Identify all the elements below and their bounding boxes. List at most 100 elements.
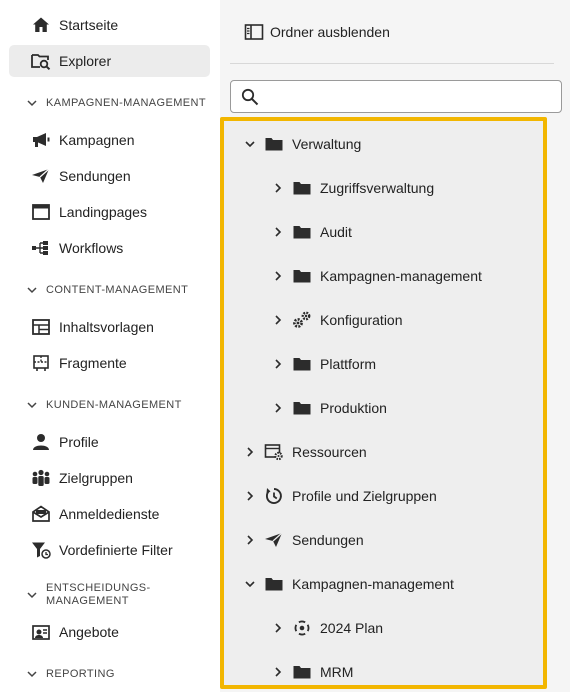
search-icon <box>241 88 259 106</box>
nav-item-sendungen[interactable]: Sendungen <box>9 160 210 192</box>
nav-item-label: Sendungen <box>59 168 131 184</box>
tree-node-kampagnen-management[interactable]: Kampagnen-management <box>244 573 454 595</box>
tree-node-plattform[interactable]: Plattform <box>272 353 376 375</box>
tree-node-2024-plan[interactable]: 2024 Plan <box>272 617 383 639</box>
gears-icon <box>292 311 312 329</box>
section-kunden-management[interactable]: KUNDEN-MANAGEMENT <box>26 399 216 412</box>
section-entscheidungs-management[interactable]: ENTSCHEIDUNGS- MANAGEMENT <box>26 582 216 608</box>
chevron-right-icon[interactable] <box>272 622 284 634</box>
tree-node-kampagnen-management-admin[interactable]: Kampagnen-management <box>272 265 482 287</box>
nav-item-vordefinierte-filter[interactable]: Vordefinierte Filter <box>9 534 210 566</box>
tree-node-label: MRM <box>320 664 354 680</box>
nav-item-label: Startseite <box>59 17 119 33</box>
search-input[interactable] <box>267 85 557 109</box>
tree-node-label: Profile und Zielgruppen <box>292 488 437 504</box>
section-title: REPORTING <box>46 668 115 680</box>
chevron-right-icon[interactable] <box>244 446 256 458</box>
tree-node-ressourcen[interactable]: Ressourcen <box>244 441 367 463</box>
nav-item-workflows[interactable]: Workflows <box>9 232 210 264</box>
tree-node-label: Ressourcen <box>292 444 367 460</box>
hide-folders-button[interactable]: Ordner ausblenden <box>244 22 390 42</box>
chevron-down-icon[interactable] <box>244 138 256 150</box>
chevron-right-icon[interactable] <box>272 226 284 238</box>
tree-node-profile-und-zielgruppen[interactable]: Profile und Zielgruppen <box>244 485 437 507</box>
nav-item-label: Workflows <box>59 240 124 256</box>
left-navigation: Startseite Explorer KAMPAGNEN-MANAGEMENT… <box>0 0 220 692</box>
folder-icon <box>292 399 312 417</box>
divider <box>230 63 554 64</box>
nav-item-explorer[interactable]: Explorer <box>9 45 210 77</box>
folder-tree: Verwaltung Zugriffsverwaltung Audit Kamp… <box>220 117 547 689</box>
tree-node-verwaltung[interactable]: Verwaltung <box>244 133 361 155</box>
chevron-right-icon[interactable] <box>244 534 256 546</box>
nav-item-landingpages[interactable]: Landingpages <box>9 196 210 228</box>
section-title-line1: ENTSCHEIDUNGS- <box>46 582 151 594</box>
nav-item-zielgruppen[interactable]: Zielgruppen <box>9 462 210 494</box>
home-icon <box>31 15 51 35</box>
tree-node-label: 2024 Plan <box>320 620 384 636</box>
hide-folders-label: Ordner ausblenden <box>270 24 390 40</box>
nav-item-inhaltsvorlagen[interactable]: Inhaltsvorlagen <box>9 311 210 343</box>
tree-node-label: Zugriffsverwaltung <box>320 180 435 196</box>
nav-item-kampagnen[interactable]: Kampagnen <box>9 124 210 156</box>
profiles-icon <box>264 487 284 505</box>
nav-item-anmeldedienste[interactable]: Anmeldedienste <box>9 498 210 530</box>
tree-node-sendungen[interactable]: Sendungen <box>244 529 364 551</box>
tree-node-audit[interactable]: Audit <box>272 221 352 243</box>
nav-item-label: Explorer <box>59 53 112 69</box>
nav-item-label: Angebote <box>59 624 119 640</box>
nav-item-label: Kampagnen <box>59 132 135 148</box>
offer-icon <box>31 622 51 642</box>
nav-item-label: Zielgruppen <box>59 470 133 486</box>
plan-icon <box>292 619 312 637</box>
search-field[interactable] <box>230 80 562 113</box>
tree-node-label: Sendungen <box>292 532 364 548</box>
folder-search-icon <box>31 51 51 71</box>
nav-item-label: Fragmente <box>59 355 127 371</box>
nav-item-label: Landingpages <box>59 204 147 220</box>
folder-icon <box>292 663 312 681</box>
resources-icon <box>264 443 284 461</box>
section-content-management[interactable]: CONTENT-MANAGEMENT <box>26 284 216 297</box>
nav-item-label: Anmeldedienste <box>59 506 160 522</box>
tree-node-label: Audit <box>320 224 352 240</box>
folder-icon <box>264 135 284 153</box>
tree-node-label: Produktion <box>320 400 387 416</box>
user-icon <box>31 432 51 452</box>
section-title-line2: MANAGEMENT <box>46 595 129 607</box>
section-title: ENTSCHEIDUNGS- MANAGEMENT <box>46 582 151 608</box>
nav-item-label: Inhaltsvorlagen <box>59 319 154 335</box>
send-icon <box>264 531 284 549</box>
chevron-right-icon[interactable] <box>272 402 284 414</box>
chevron-right-icon[interactable] <box>272 314 284 326</box>
nav-item-fragmente[interactable]: Fragmente <box>9 347 210 379</box>
send-icon <box>31 166 51 186</box>
nav-item-label: Profile <box>59 434 99 450</box>
chevron-right-icon[interactable] <box>272 182 284 194</box>
section-title: CONTENT-MANAGEMENT <box>46 284 189 296</box>
section-kampagnen-management[interactable]: KAMPAGNEN-MANAGEMENT <box>26 97 216 110</box>
tree-node-konfiguration[interactable]: Konfiguration <box>272 309 403 331</box>
fragment-icon <box>31 353 51 373</box>
nav-item-angebote[interactable]: Angebote <box>9 616 210 648</box>
chevron-right-icon[interactable] <box>244 490 256 502</box>
tree-node-label: Verwaltung <box>292 136 362 152</box>
chevron-down-icon <box>27 287 37 294</box>
nav-item-profile[interactable]: Profile <box>9 426 210 458</box>
chevron-down-icon <box>27 592 37 599</box>
section-title: KUNDEN-MANAGEMENT <box>46 399 182 411</box>
tree-node-zugriffsverwaltung[interactable]: Zugriffsverwaltung <box>272 177 434 199</box>
chevron-right-icon[interactable] <box>272 358 284 370</box>
landing-page-icon <box>31 202 51 222</box>
chevron-right-icon[interactable] <box>272 666 284 678</box>
section-reporting[interactable]: REPORTING <box>26 668 216 681</box>
chevron-down-icon <box>27 100 37 107</box>
folder-icon <box>292 223 312 241</box>
chevron-down-icon[interactable] <box>244 578 256 590</box>
tree-node-mrm[interactable]: MRM <box>272 661 353 683</box>
tree-node-produktion[interactable]: Produktion <box>272 397 387 419</box>
chevron-right-icon[interactable] <box>272 270 284 282</box>
nav-item-startseite[interactable]: Startseite <box>9 9 210 41</box>
filter-icon <box>31 540 51 560</box>
folder-icon <box>292 355 312 373</box>
